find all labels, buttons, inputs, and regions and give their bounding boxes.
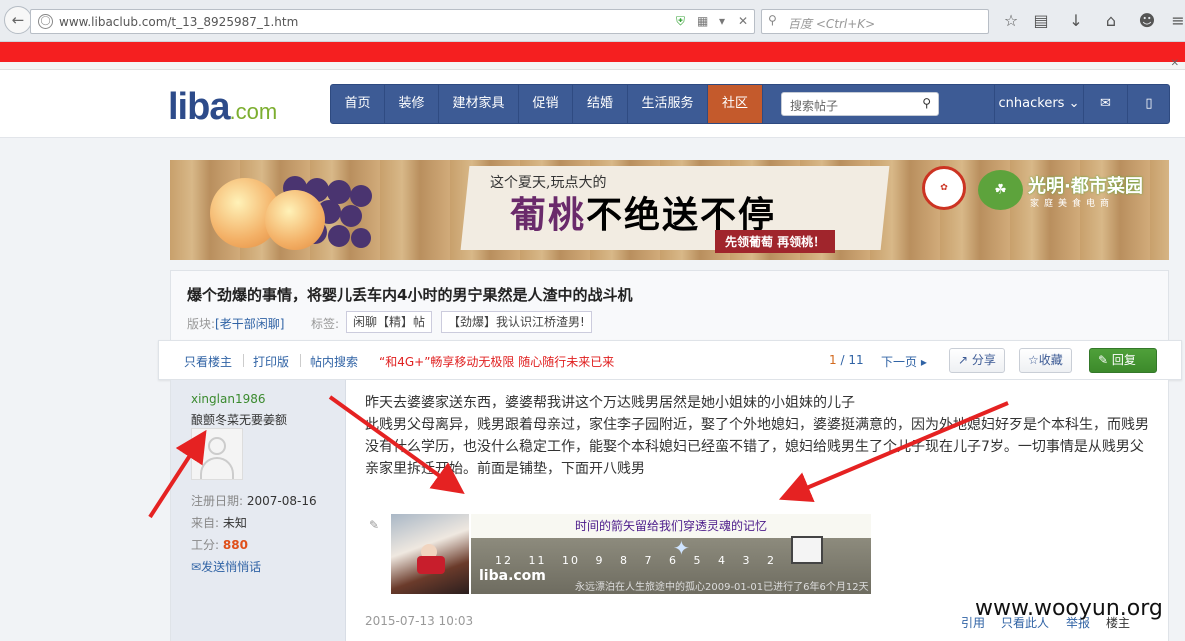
user-menu[interactable]: cnhackers ⌄ [994, 85, 1084, 123]
close-icon[interactable]: ✕ [738, 14, 748, 28]
author-panel: xinglan1986 酿颤冬菜无要姜额 注册日期: 2007-08-16 来自… [171, 380, 346, 641]
nav-item-promotions[interactable]: 促销 [519, 85, 573, 123]
site-header: liba.com 首页 装修 建材家具 促销 结婚 生活服务 社区 搜索帖子 ⚲… [0, 70, 1185, 138]
nav-item-home[interactable]: 首页 [331, 85, 385, 123]
seal-logo: ✿ [922, 166, 966, 210]
star-icon[interactable]: ☆ [1001, 11, 1021, 31]
signature-countdown: 12 11 10 9 8 7 6 5 4 3 2 1 [495, 554, 801, 567]
nav-item-services[interactable]: 生活服务 [628, 85, 708, 123]
only-author-link[interactable]: 只看楼主 [184, 353, 232, 370]
post-date: 2015-07-13 10:03 [365, 614, 474, 628]
pagination: 1 / 11 [829, 353, 864, 367]
mobile-icon[interactable]: ▯ [1128, 85, 1170, 123]
home-icon[interactable]: ⌂ [1101, 11, 1121, 31]
brand-logo-icon: ☘ [978, 170, 1023, 210]
back-arrow-icon[interactable]: ← [4, 6, 32, 34]
reading-list-icon[interactable]: ▤ [1031, 11, 1051, 31]
download-icon[interactable]: ↓ [1066, 11, 1086, 31]
page-current: 1 [829, 353, 837, 367]
site-logo[interactable]: liba.com [168, 86, 277, 129]
post-toolbar: 只看楼主 打印版 帖内搜索 “和4G+”畅享移动无极限 随心随行未来已来 1 /… [158, 340, 1182, 380]
browser-search-placeholder: 百度 <Ctrl+K> [788, 17, 876, 31]
reply-button[interactable]: ✎ 回复 [1089, 348, 1157, 373]
pencil-icon[interactable]: ✎ [369, 518, 379, 532]
comment-icon: ✎ [1098, 353, 1109, 367]
board-link[interactable]: [老干部闲聊] [215, 317, 284, 331]
post-paragraph: 昨天去婆婆家送东西，婆婆帮我讲这个万达贱男居然是她小姐妹的小姐妹的儿子 [365, 395, 855, 411]
qr-code-icon[interactable]: ▦ [697, 14, 708, 28]
author-score: 工分: 880 [191, 538, 248, 552]
signature-banner: 时间的箭矢留给我们穿透灵魂的记忆 ✦ 12 11 10 9 8 7 6 5 4 … [471, 514, 871, 594]
post-content: 昨天去婆婆家送东西，婆婆帮我讲这个万达贱男居然是她小姐妹的小姐妹的儿子 此贱男父… [365, 392, 1155, 480]
brand-subtitle: 家庭美食电商 [1030, 199, 1115, 209]
tags-label: 标签: [311, 317, 340, 331]
author-location: 来自: 未知 [191, 516, 247, 530]
post-meta: 版块:[老干部闲聊] [187, 317, 285, 331]
peach-image [265, 190, 325, 250]
share-icon: ↗ [958, 353, 969, 367]
close-icon[interactable]: ✕ [1171, 58, 1179, 69]
chevron-down-icon: ⌄ [1068, 96, 1080, 111]
site-search-placeholder: 搜索帖子 [790, 99, 839, 113]
next-page-link[interactable]: 下一页 ▸ [881, 353, 927, 370]
page-total[interactable]: 11 [848, 353, 863, 367]
chat-icon[interactable]: ☻ [1137, 11, 1157, 31]
menu-icon[interactable]: ≡ [1168, 11, 1185, 31]
main-nav: 首页 装修 建材家具 促销 结婚 生活服务 社区 搜索帖子 ⚲ cnhacker… [330, 84, 1170, 124]
address-bar[interactable]: ◯ www.libaclub.com/t_13_8925987_1.htm ⛨ … [30, 9, 755, 34]
avatar[interactable] [191, 428, 243, 480]
signature-title: 时间的箭矢留给我们穿透灵魂的记忆 [575, 519, 768, 533]
nav-item-materials[interactable]: 建材家具 [439, 85, 519, 123]
shield-icon[interactable]: ⛨ [676, 14, 685, 29]
search-icon: ⚲ [768, 13, 777, 27]
globe-icon: ◯ [38, 14, 53, 29]
signature-photo [391, 514, 469, 594]
address-url: www.libaclub.com/t_13_8925987_1.htm [59, 15, 299, 29]
star-icon: ☆ [1028, 353, 1039, 367]
house-icon [791, 536, 823, 564]
site-search-input[interactable]: 搜索帖子 ⚲ [781, 92, 939, 116]
notification-bar [0, 42, 1185, 62]
signature-footer: 永远漂泊在人生旅途中的孤心2009-01-01已进行了6年6个月12天 [575, 582, 869, 593]
ad-banner[interactable]: 这个夏天,玩点大的 葡桃不绝送不停 先领葡萄 再领桃！ ✿ ☘ 光明·都市菜园 … [170, 160, 1169, 260]
post-header: 爆个劲爆的事情，将婴儿丢车内4小时的男宁果然是人渣中的战斗机 版块:[老干部闲聊… [170, 270, 1169, 340]
page-title: 爆个劲爆的事情，将婴儿丢车内4小时的男宁果然是人渣中的战斗机 [187, 286, 633, 304]
brand-name: 光明·都市菜园 [1028, 176, 1143, 197]
post-paragraph: 此贱男父母离异，贱男跟着母亲过，家住李子园附近，娶了个外地媳妇，婆婆挺满意的，因… [365, 417, 1149, 477]
nav-item-wedding[interactable]: 结婚 [573, 85, 628, 123]
sub-toolbar: ✕ [0, 58, 1185, 70]
share-button[interactable]: ↗ 分享 [949, 348, 1005, 373]
mail-icon[interactable]: ✉ [1084, 85, 1128, 123]
search-in-post-link[interactable]: 帖内搜索 [310, 353, 358, 370]
browser-search-input[interactable]: ⚲ 百度 <Ctrl+K> [761, 9, 989, 34]
search-icon[interactable]: ⚲ [922, 96, 931, 110]
dropdown-icon[interactable]: ▾ [719, 14, 725, 28]
nav-item-community[interactable]: 社区 [708, 85, 763, 123]
print-link[interactable]: 打印版 [253, 353, 289, 370]
author-name[interactable]: xinglan1986 [191, 392, 266, 406]
watermark: www.wooyun.org [975, 596, 1163, 621]
promo-link[interactable]: “和4G+”畅享移动无极限 随心随行未来已来 [379, 353, 614, 370]
signature-logo: liba.com [479, 568, 546, 584]
reg-date: 注册日期: 2007-08-16 [191, 494, 317, 508]
send-message-link[interactable]: ✉发送悄悄话 [191, 558, 261, 575]
tag-item[interactable]: 闲聊【精】帖 [346, 311, 433, 333]
nav-item-decoration[interactable]: 装修 [385, 85, 439, 123]
banner-cta: 先领葡萄 再领桃！ [715, 230, 836, 253]
tag-item[interactable]: 【劲爆】我认识江桥渣男! [441, 311, 592, 333]
author-signature: 酿颤冬菜无要姜额 [191, 413, 288, 427]
chevron-right-icon: ▸ [920, 355, 927, 369]
favorite-button[interactable]: ☆收藏 [1019, 348, 1072, 373]
envelope-icon: ✉ [191, 560, 202, 574]
browser-toolbar: ← ◯ www.libaclub.com/t_13_8925987_1.htm … [0, 0, 1185, 42]
